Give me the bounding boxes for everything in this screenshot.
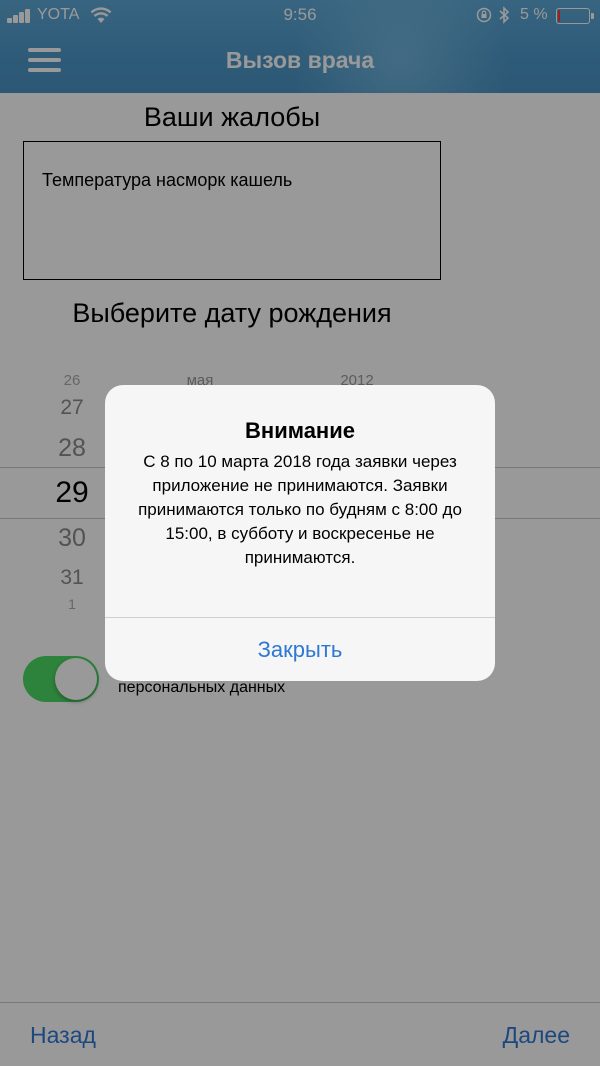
alert-message: С 8 по 10 марта 2018 года заявки через п…	[138, 452, 462, 567]
alert-title: Внимание	[245, 418, 355, 443]
alert-dialog: Внимание С 8 по 10 марта 2018 года заявк…	[105, 385, 495, 681]
alert-close-button[interactable]: Закрыть	[105, 618, 495, 681]
